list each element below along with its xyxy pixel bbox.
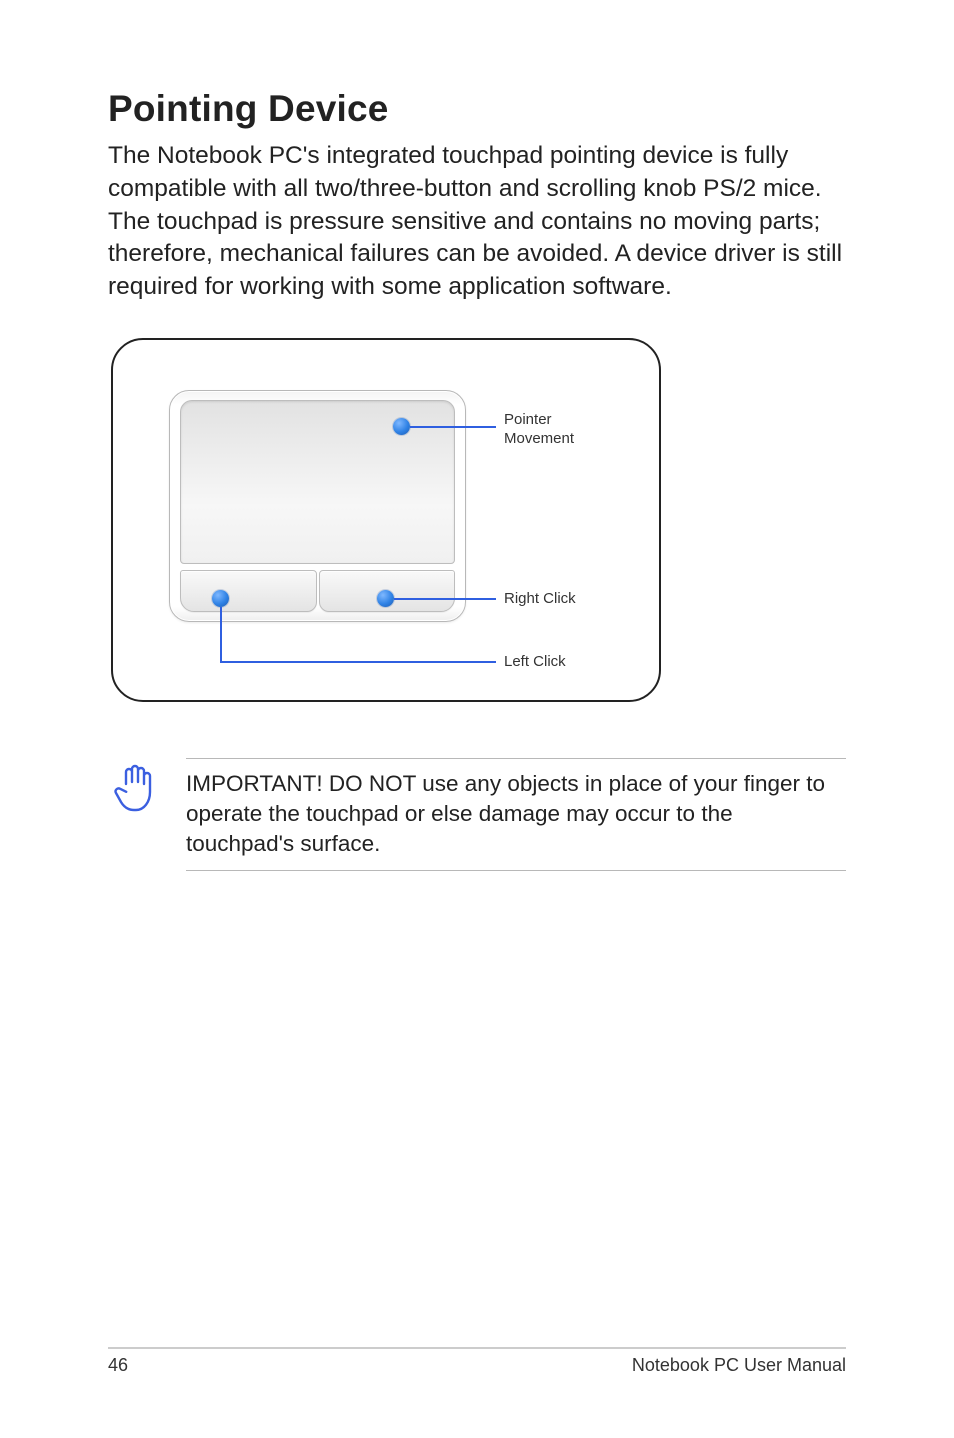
lead-pointer-movement <box>410 426 496 428</box>
label-right-click: Right Click <box>504 590 576 609</box>
touchpad-outline <box>169 390 466 622</box>
page-number: 46 <box>108 1355 128 1376</box>
stop-hand-icon <box>112 762 160 819</box>
label-pointer-movement: Pointer Movement <box>504 411 574 449</box>
page-footer: 46 Notebook PC User Manual <box>108 1347 846 1376</box>
lead-left-click-v <box>220 607 222 662</box>
touchpad-left-button <box>180 570 317 612</box>
lead-right-click <box>394 598 496 600</box>
important-note: IMPORTANT! DO NOT use any objects in pla… <box>112 758 846 871</box>
doc-title: Notebook PC User Manual <box>632 1355 846 1376</box>
intro-paragraph: The Notebook PC's integrated touchpad po… <box>108 140 846 304</box>
marker-right-click <box>377 590 394 607</box>
page-title: Pointing Device <box>108 88 846 130</box>
label-left-click: Left Click <box>504 653 566 672</box>
lead-left-click-h <box>220 661 496 663</box>
marker-pointer-movement <box>393 418 410 435</box>
touchpad-diagram: Pointer Movement Right Click Left Click <box>111 338 661 702</box>
touchpad-surface <box>180 400 455 564</box>
marker-left-click <box>212 590 229 607</box>
note-text: IMPORTANT! DO NOT use any objects in pla… <box>186 758 846 871</box>
